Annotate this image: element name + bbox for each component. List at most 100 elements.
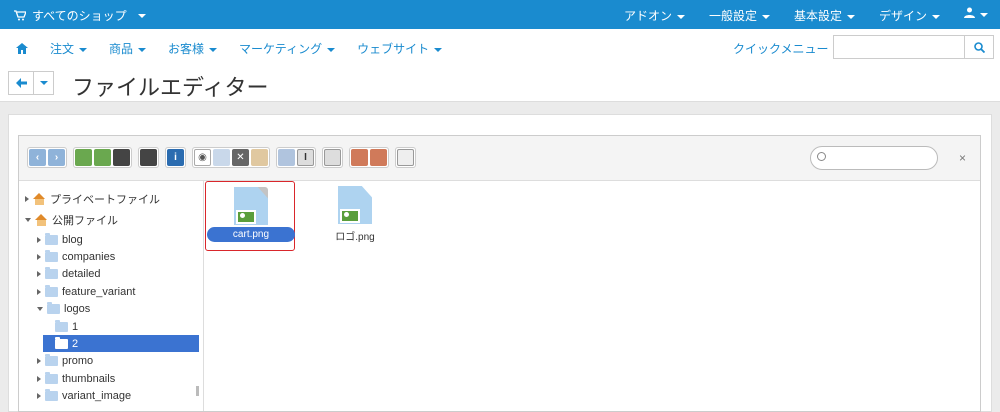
home-icon[interactable] [16, 43, 28, 54]
menu-basic-settings[interactable]: 基本設定 [794, 7, 855, 24]
shop-selector-label: すべてのショップ [32, 9, 127, 23]
archive-icon[interactable] [370, 149, 387, 166]
nav-orders[interactable]: 注文 [50, 40, 88, 57]
back-arrow-icon[interactable]: ‹ [29, 149, 46, 166]
new-file-icon[interactable] [94, 149, 111, 166]
quick-menu[interactable]: クイックメニュー [733, 40, 829, 57]
tree-item-detailed[interactable]: detailed [37, 265, 101, 282]
file-manager-toolbar: ‹ › i ◉ ✕ I × [19, 136, 980, 181]
search-icon [817, 152, 826, 161]
chevron-down-icon [79, 47, 88, 52]
toolbar-group-edit-file [322, 147, 343, 168]
chevron-down-icon [434, 47, 443, 52]
file-list: cart.png ロゴ.png [205, 181, 980, 411]
view-icon[interactable] [397, 149, 414, 166]
rename-icon[interactable]: I [297, 149, 314, 166]
toolbar-group-edit: ◉ ✕ [192, 147, 270, 168]
folder-icon [55, 336, 68, 349]
user-menu[interactable] [964, 7, 988, 24]
collapse-arrow-icon[interactable] [37, 306, 43, 311]
file-item-logo[interactable]: ロゴ.png [310, 181, 400, 251]
copy-icon[interactable] [213, 149, 230, 166]
search-input[interactable] [833, 35, 965, 59]
collapse-arrow-icon[interactable] [25, 217, 31, 222]
folder-icon [55, 319, 68, 332]
file-item-cart[interactable]: cart.png [205, 181, 296, 251]
tree-item-logos[interactable]: logos [37, 300, 90, 317]
chevron-down-icon [327, 47, 336, 52]
toolbar-group-archive [349, 147, 389, 168]
cut-icon[interactable]: ✕ [232, 149, 249, 166]
tree-scrollbar[interactable] [196, 386, 199, 396]
chevron-down-icon [209, 47, 218, 52]
toolbar-group-navigation: ‹ › [27, 147, 67, 168]
tree-item-promo[interactable]: promo [37, 352, 93, 369]
chevron-down-icon [761, 14, 770, 19]
chevron-down-icon [980, 12, 988, 17]
file-name: cart.png [206, 227, 296, 242]
toolbar-group-view [395, 147, 416, 168]
nav-website[interactable]: ウェブサイト [357, 40, 443, 57]
page-header: ファイルエディター [0, 65, 1000, 102]
extract-icon[interactable] [351, 149, 368, 166]
folder-icon [45, 284, 58, 297]
menu-addons[interactable]: アドオン [624, 7, 685, 24]
folder-icon [45, 388, 58, 401]
folder-icon [45, 266, 58, 279]
search-button[interactable] [965, 35, 994, 59]
folder-icon [45, 353, 58, 366]
nav-marketing[interactable]: マーケティング [239, 40, 336, 57]
tree-item-private-files[interactable]: プライベートファイル [25, 190, 160, 207]
close-icon[interactable]: × [959, 151, 966, 165]
expand-arrow-icon[interactable] [37, 357, 41, 364]
expand-arrow-icon[interactable] [25, 195, 29, 202]
upload-icon[interactable] [113, 149, 130, 166]
info-icon[interactable]: i [167, 149, 184, 166]
menu-general-settings[interactable]: 一般設定 [709, 7, 770, 24]
expand-arrow-icon[interactable] [37, 253, 41, 260]
tree-item-logos-2[interactable]: 2 [43, 335, 199, 352]
file-name: ロゴ.png [335, 232, 375, 243]
menu-design[interactable]: デザイン [879, 7, 940, 24]
image-file-icon [234, 187, 268, 225]
edit-file-icon[interactable] [324, 149, 341, 166]
file-search-input[interactable] [810, 146, 938, 170]
tree-item-thumbnails[interactable]: thumbnails [37, 370, 115, 387]
expand-arrow-icon[interactable] [37, 288, 41, 295]
chevron-down-icon [932, 14, 940, 19]
tree-item-logos-1[interactable]: 1 [55, 318, 78, 335]
tree-item-companies[interactable]: companies [37, 248, 115, 265]
tree-item-blog[interactable]: blog [37, 231, 83, 248]
folder-icon [47, 301, 60, 314]
directory-tree: プライベートファイル 公開ファイル blog companies detaile… [19, 181, 204, 411]
chevron-down-icon [138, 47, 147, 52]
chevron-down-icon [846, 14, 855, 19]
duplicate-icon[interactable] [278, 149, 295, 166]
expand-arrow-icon[interactable] [37, 392, 41, 399]
chevron-down-icon [39, 81, 48, 85]
folder-icon [45, 371, 58, 384]
top-bar: すべてのショップ アドオン 一般設定 基本設定 デザイン [0, 0, 1000, 29]
tree-item-public-files[interactable]: 公開ファイル [25, 211, 118, 228]
nav-customers[interactable]: お客様 [168, 40, 218, 57]
expand-arrow-icon[interactable] [37, 375, 41, 382]
tree-item-variant-image[interactable]: variant_image [37, 387, 131, 404]
back-dropdown-button[interactable] [34, 71, 54, 95]
toolbar-group-info: i [165, 147, 186, 168]
forward-arrow-icon[interactable]: › [48, 149, 65, 166]
save-icon[interactable] [140, 149, 157, 166]
reload-icon[interactable] [75, 149, 92, 166]
page-title: ファイルエディター [72, 75, 269, 100]
expand-arrow-icon[interactable] [37, 236, 41, 243]
paste-icon[interactable] [251, 149, 268, 166]
arrow-left-icon [15, 78, 27, 88]
expand-arrow-icon[interactable] [37, 270, 41, 277]
shop-selector[interactable]: すべてのショップ [14, 7, 146, 24]
nav-products[interactable]: 商品 [109, 40, 147, 57]
tree-item-feature-variant[interactable]: feature_variant [37, 283, 135, 300]
eye-icon[interactable]: ◉ [194, 149, 211, 166]
folder-icon [45, 249, 58, 262]
back-button[interactable] [8, 71, 34, 95]
user-icon [964, 7, 975, 18]
cart-icon [14, 10, 26, 21]
